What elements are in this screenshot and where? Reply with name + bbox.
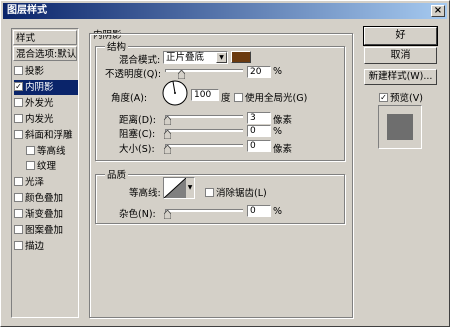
blend-mode-value: 正片叠底 xyxy=(166,52,205,63)
contour-label: 等高线: xyxy=(129,188,161,199)
window-title: 图层样式 xyxy=(7,5,47,16)
sidebar-item-label: 光泽 xyxy=(25,177,45,189)
sidebar-item-label: 描边 xyxy=(25,240,45,252)
blend-color-swatch[interactable] xyxy=(231,51,251,63)
preview-swatch xyxy=(387,114,413,140)
noise-slider-thumb[interactable] xyxy=(164,210,171,219)
checkbox-icon[interactable] xyxy=(14,177,23,187)
size-input[interactable]: 0 xyxy=(247,140,271,152)
sidebar-item-label: 渐变叠加 xyxy=(25,209,64,221)
cancel-button[interactable]: 取消 xyxy=(364,47,437,64)
sidebar-item[interactable]: 描边 xyxy=(14,239,78,254)
checkbox-icon[interactable] xyxy=(14,209,23,219)
sidebar-item[interactable]: 图案叠加 xyxy=(14,223,78,238)
distance-label: 距离(D): xyxy=(119,115,156,126)
angle-dial[interactable] xyxy=(161,79,189,107)
sidebar-item-label: 图案叠加 xyxy=(25,225,64,236)
sidebar-item[interactable]: 内发光 xyxy=(14,112,78,127)
style-preview xyxy=(378,105,422,149)
noise-input[interactable]: 0 xyxy=(247,205,271,217)
checkbox-icon[interactable]: ✓ xyxy=(14,81,23,91)
close-button[interactable]: × xyxy=(431,5,445,17)
ok-button[interactable]: 好 xyxy=(363,26,438,46)
contour-dropdown-icon[interactable]: ▼ xyxy=(186,178,194,198)
checkbox-icon[interactable] xyxy=(14,193,23,203)
sidebar-item-label: 外发光 xyxy=(25,97,54,109)
noise-unit: % xyxy=(273,206,283,217)
checkbox-icon[interactable] xyxy=(26,161,35,171)
global-light-checkbox[interactable]: 使用全局光(G) xyxy=(234,90,307,104)
sidebar-item-label: 投影 xyxy=(25,66,45,77)
size-slider-track[interactable] xyxy=(165,144,243,147)
global-light-label: 使用全局光(G) xyxy=(245,93,308,104)
structure-legend: 结构 xyxy=(105,39,129,53)
checkbox-icon[interactable] xyxy=(14,225,23,234)
angle-label: 角度(A): xyxy=(111,93,148,104)
choke-label: 阻塞(C): xyxy=(119,129,156,140)
blend-options-item[interactable]: 混合选项:默认 xyxy=(13,46,77,61)
style-list-header[interactable]: 样式 xyxy=(13,30,77,45)
sidebar-item-label: 内发光 xyxy=(25,113,54,125)
sidebar-item[interactable]: 纹理 xyxy=(26,159,78,174)
preview-checkbox[interactable]: ✓ 预览(V) xyxy=(379,90,423,104)
sidebar-item[interactable]: 外发光 xyxy=(14,96,78,111)
global-light-check-icon xyxy=(234,93,243,102)
antialias-checkbox[interactable]: 消除锯齿(L) xyxy=(205,185,267,199)
sidebar-item-label: 等高线 xyxy=(37,145,66,157)
opacity-slider-thumb[interactable] xyxy=(177,70,185,79)
chevron-down-icon: ▼ xyxy=(216,52,227,63)
close-icon: × xyxy=(433,5,443,16)
choke-slider-track[interactable] xyxy=(165,129,243,132)
new-style-button[interactable]: 新建样式(W)... xyxy=(364,69,437,85)
sidebar-item[interactable]: 渐变叠加 xyxy=(14,207,78,222)
checkbox-icon[interactable] xyxy=(14,113,23,123)
sidebar-item[interactable]: 颜色叠加 xyxy=(14,191,78,206)
preview-label: 预览(V) xyxy=(390,93,423,104)
sidebar-item[interactable]: 光泽 xyxy=(14,175,78,190)
noise-label: 杂色(N): xyxy=(119,209,156,220)
distance-unit: 像素 xyxy=(273,115,293,126)
opacity-label: 不透明度(Q): xyxy=(105,69,162,80)
quality-legend: 品质 xyxy=(105,167,129,181)
checkbox-icon[interactable] xyxy=(14,66,23,75)
antialias-check-icon xyxy=(205,188,214,197)
angle-unit: 度 xyxy=(221,93,231,104)
style-list: 样式 混合选项:默认 投影 ✓ 内阴影 外发光 内发光 斜面和浮雕 等高线 纹理 光泽 颜色叠加渐… xyxy=(11,28,79,318)
size-label: 大小(S): xyxy=(119,144,155,155)
angle-input[interactable]: 100 xyxy=(191,89,219,101)
size-unit: 像素 xyxy=(273,144,293,155)
distance-slider-thumb[interactable] xyxy=(164,116,171,125)
distance-slider-track[interactable] xyxy=(165,115,243,118)
checkbox-icon[interactable] xyxy=(26,145,35,155)
sidebar-item-label: 颜色叠加 xyxy=(25,193,64,205)
blend-mode-select[interactable]: 正片叠底 ▼ xyxy=(163,51,228,64)
sidebar-item-label: 内阴影 xyxy=(25,81,54,93)
preview-check-icon: ✓ xyxy=(379,93,388,102)
contour-picker[interactable]: ▼ xyxy=(163,177,195,199)
sidebar-item-label: 斜面和浮雕 xyxy=(25,129,73,141)
sidebar-item[interactable]: 斜面和浮雕 xyxy=(14,128,78,143)
title-bar[interactable]: 图层样式 × xyxy=(3,3,447,19)
layer-style-dialog: 图层样式 × 样式 混合选项:默认 投影 ✓ 内阴影 外发光 内发光 斜面和浮雕 等高线 纹理… xyxy=(0,0,450,327)
opacity-unit: % xyxy=(273,66,283,77)
sidebar-item[interactable]: 投影 xyxy=(14,64,78,79)
choke-input[interactable]: 0 xyxy=(247,125,271,137)
noise-slider-track[interactable] xyxy=(165,209,243,212)
sidebar-item-label: 纹理 xyxy=(37,161,57,173)
choke-slider-thumb[interactable] xyxy=(164,130,171,139)
checkbox-icon[interactable] xyxy=(14,129,23,139)
antialias-label: 消除锯齿(L) xyxy=(216,188,267,199)
checkbox-icon[interactable] xyxy=(14,240,23,250)
blend-mode-label: 混合模式: xyxy=(119,55,161,66)
distance-input[interactable]: 3 xyxy=(247,112,271,124)
contour-preview-icon xyxy=(164,178,186,198)
checkbox-icon[interactable] xyxy=(14,97,23,107)
choke-unit: % xyxy=(273,126,283,137)
sidebar-item[interactable]: ✓ 内阴影 xyxy=(14,79,78,95)
sidebar-item[interactable]: 等高线 xyxy=(26,144,78,159)
opacity-input[interactable]: 20 xyxy=(247,66,271,78)
size-slider-thumb[interactable] xyxy=(164,145,171,154)
